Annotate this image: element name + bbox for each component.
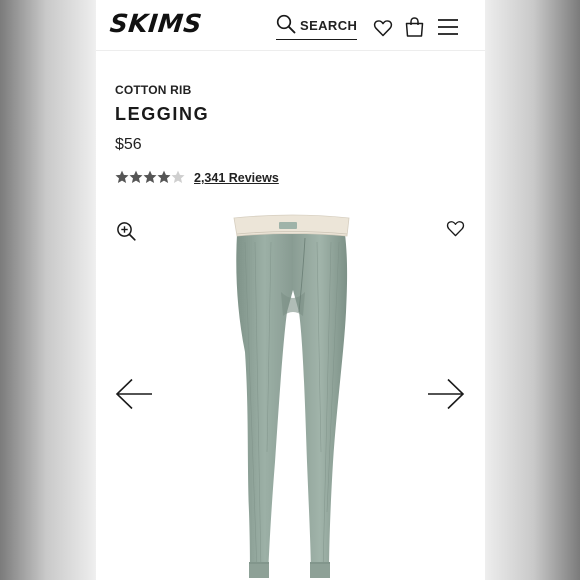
- product-title: LEGGING: [115, 104, 210, 124]
- star-icon: [115, 170, 129, 183]
- star-icon: [157, 170, 171, 183]
- search-label: SEARCH: [300, 18, 358, 33]
- star-half-icon: [171, 170, 185, 183]
- search-icon: [276, 14, 296, 34]
- star-rating: [115, 170, 185, 183]
- brand-logo[interactable]: SKIMS: [108, 9, 203, 38]
- site-header: SKIMS SEARCH: [96, 0, 485, 51]
- product-category: COTTON RIB: [115, 83, 192, 97]
- menu-icon[interactable]: [437, 18, 459, 36]
- heart-icon[interactable]: [373, 18, 393, 38]
- arrow-left-icon[interactable]: [115, 378, 153, 410]
- arrow-right-icon[interactable]: [427, 378, 465, 410]
- product-image: [233, 214, 350, 578]
- star-icon: [143, 170, 157, 183]
- search-field[interactable]: SEARCH: [276, 14, 357, 40]
- reviews-link[interactable]: 2,341 Reviews: [194, 171, 279, 185]
- heart-icon[interactable]: [445, 219, 466, 238]
- zoom-in-icon[interactable]: [116, 221, 136, 241]
- bag-icon[interactable]: [405, 17, 424, 37]
- product-price: $56: [115, 136, 142, 153]
- star-icon: [129, 170, 143, 183]
- product-page: SKIMS SEARCH COTTON RIB LEGGING $56 2,34…: [96, 0, 485, 580]
